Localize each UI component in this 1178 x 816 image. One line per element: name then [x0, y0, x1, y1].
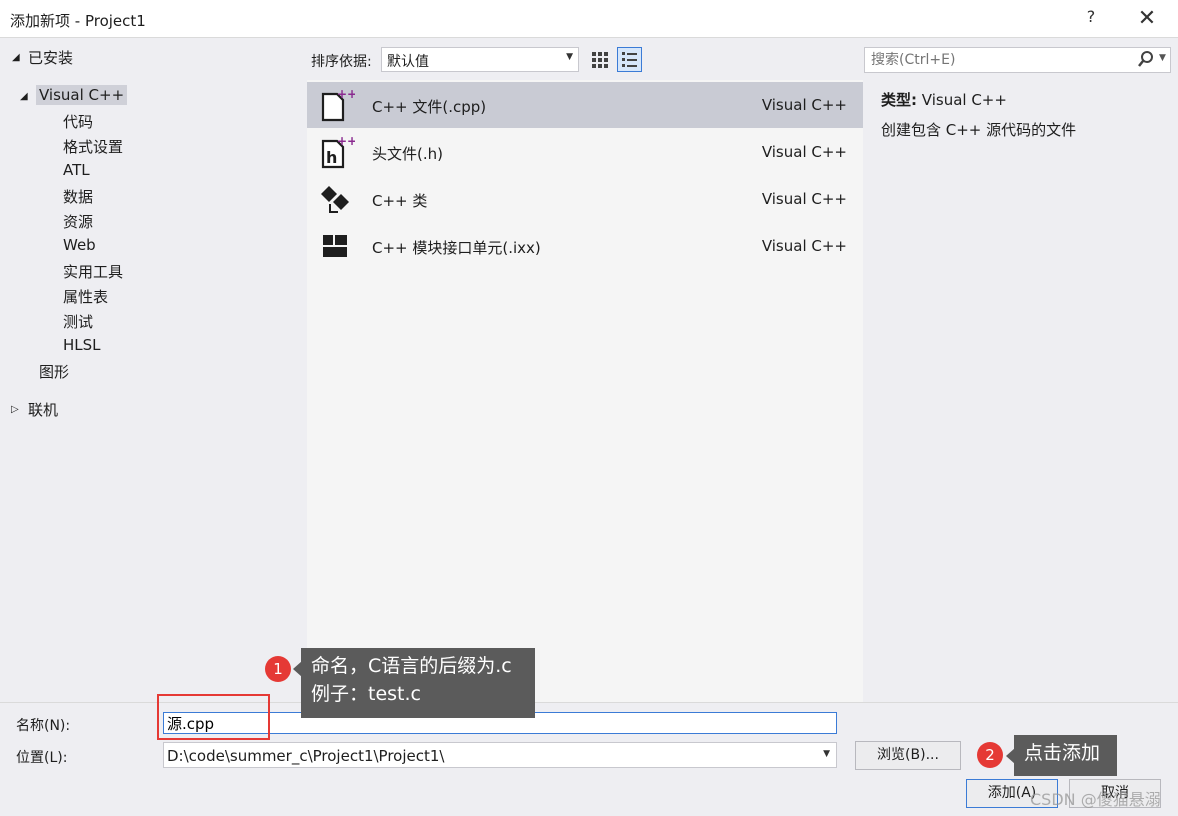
- template-name: C++ 类: [372, 192, 428, 210]
- sort-dropdown[interactable]: 默认值 ▼: [381, 47, 579, 72]
- tree-item-atl[interactable]: ATL: [63, 161, 90, 179]
- collapsed-arrow-icon[interactable]: ▷: [11, 404, 19, 415]
- close-button[interactable]: ✕: [1134, 6, 1160, 32]
- template-name: C++ 模块接口单元(.ixx): [372, 239, 541, 257]
- template-type: Visual C++: [761, 143, 847, 161]
- window-title: 添加新项 - Project1: [10, 12, 146, 30]
- template-type: Visual C++: [761, 190, 847, 208]
- list-view-icon: [622, 52, 637, 67]
- highlight-box: [157, 694, 270, 740]
- chevron-down-icon[interactable]: ▼: [1159, 53, 1166, 63]
- search-input[interactable]: [869, 50, 1124, 70]
- chevron-down-icon: ▼: [566, 52, 573, 62]
- location-label: 位置(L):: [16, 750, 68, 766]
- expanded-arrow-icon[interactable]: ◢: [20, 91, 28, 102]
- sort-label: 排序依据:: [311, 54, 372, 70]
- step-badge-2: 2: [977, 742, 1003, 768]
- list-view-button[interactable]: [617, 47, 642, 72]
- template-item-module-interface[interactable]: C++ 模块接口单元(.ixx) Visual C++: [307, 223, 863, 269]
- tree-item-online[interactable]: 联机: [28, 399, 58, 420]
- template-type: Visual C++: [761, 96, 847, 114]
- name-label: 名称(N):: [16, 718, 71, 734]
- info-type-label: 类型:: [881, 91, 917, 109]
- tree-item-test[interactable]: 测试: [63, 311, 93, 332]
- grid-view-button[interactable]: [587, 47, 612, 72]
- tree-item-graphics[interactable]: 图形: [39, 361, 69, 382]
- template-item-header-file[interactable]: h ++ 头文件(.h) Visual C++: [307, 129, 863, 175]
- svg-text:++: ++: [337, 134, 355, 148]
- tree-item-utilities[interactable]: 实用工具: [63, 261, 123, 282]
- info-type-value: Visual C++: [921, 91, 1007, 109]
- tree-item-property-sheets[interactable]: 属性表: [63, 286, 108, 307]
- cpp-file-icon: ++: [321, 87, 355, 122]
- tree-item-code[interactable]: 代码: [63, 111, 93, 132]
- tree-item-visual-cpp[interactable]: Visual C++: [36, 85, 128, 105]
- callout-add: 点击添加: [1014, 735, 1117, 776]
- template-type: Visual C++: [761, 237, 847, 255]
- module-interface-icon: [323, 235, 347, 257]
- tree-item-hlsl[interactable]: HLSL: [63, 336, 101, 354]
- chevron-down-icon: ▼: [823, 749, 830, 759]
- search-icon[interactable]: [1137, 50, 1155, 68]
- cpp-class-icon: [321, 186, 349, 213]
- template-item-cpp-class[interactable]: C++ 类 Visual C++: [307, 176, 863, 222]
- watermark: CSDN @傻猫悬溺: [1030, 790, 1161, 809]
- category-tree: ◢ 已安装 ◢ Visual C++ 代码 格式设置 ATL 数据 资源 Web…: [0, 38, 300, 700]
- svg-text:++: ++: [337, 87, 355, 101]
- info-description: 创建包含 C++ 源代码的文件: [881, 121, 1077, 139]
- step-badge-1: 1: [265, 656, 291, 682]
- template-name: 头文件(.h): [372, 145, 443, 163]
- callout-line-2: 例子：test.c: [311, 683, 421, 705]
- svg-text:h: h: [326, 148, 337, 167]
- browse-button[interactable]: 浏览(B)...: [855, 741, 961, 770]
- template-list: ++ C++ 文件(.cpp) Visual C++ h ++ 头文件(.h) …: [307, 80, 863, 702]
- info-type: 类型: Visual C++: [881, 89, 1007, 110]
- callout-line-1: 命名，C语言的后缀为.c: [311, 655, 512, 677]
- tree-item-data[interactable]: 数据: [63, 186, 93, 207]
- expanded-arrow-icon[interactable]: ◢: [12, 52, 20, 63]
- help-button[interactable]: ?: [1080, 7, 1102, 29]
- tree-item-resources[interactable]: 资源: [63, 211, 93, 232]
- callout-naming: 命名，C语言的后缀为.c 例子：test.c: [301, 648, 535, 718]
- title-bar: 添加新项 - Project1 ? ✕: [0, 0, 1178, 38]
- tree-item-web[interactable]: Web: [63, 236, 96, 254]
- grid-view-icon: [592, 52, 608, 68]
- template-item-cpp-file[interactable]: ++ C++ 文件(.cpp) Visual C++: [307, 82, 863, 128]
- header-file-icon: h ++: [321, 134, 355, 169]
- tree-item-formatting[interactable]: 格式设置: [63, 136, 123, 157]
- sort-value: 默认值: [387, 54, 429, 70]
- location-dropdown[interactable]: D:\code\summer_c\Project1\Project1\ ▼: [163, 742, 837, 768]
- template-name: C++ 文件(.cpp): [372, 98, 487, 116]
- location-value: D:\code\summer_c\Project1\Project1\: [167, 747, 445, 765]
- search-box[interactable]: ▼: [864, 47, 1171, 73]
- tree-item-installed[interactable]: 已安装: [28, 47, 73, 68]
